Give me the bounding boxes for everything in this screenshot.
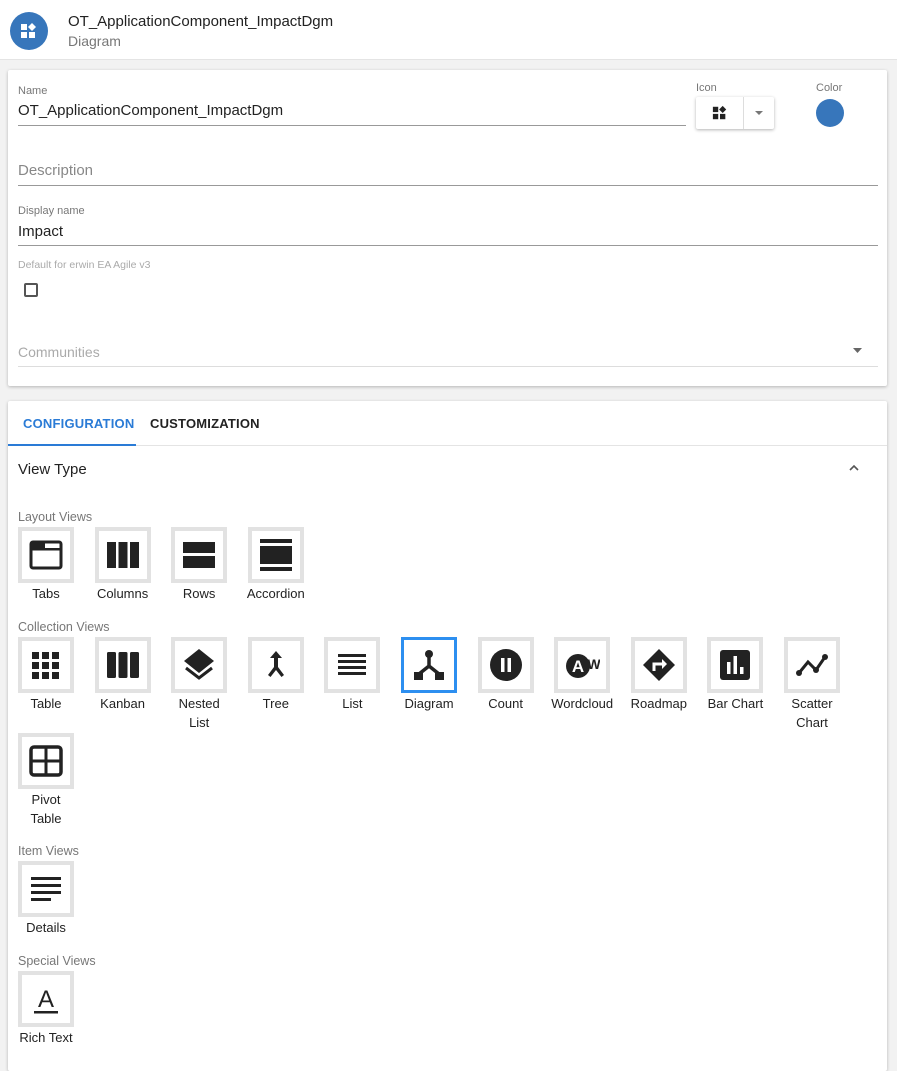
- page-header: OT_ApplicationComponent_ImpactDgm Diagra…: [0, 0, 897, 60]
- view-type-label: Accordion: [246, 586, 305, 601]
- display-name-field[interactable]: Impact: [18, 223, 63, 240]
- section-label: Layout Views: [18, 510, 93, 524]
- name-label: Name: [18, 85, 48, 97]
- svg-text:A: A: [572, 657, 584, 676]
- view-type-title: View Type: [18, 461, 87, 478]
- page-subtitle: Diagram: [68, 33, 121, 49]
- accordion-icon: [259, 539, 292, 571]
- color-picker[interactable]: [816, 99, 844, 127]
- chevron-down-icon[interactable]: [744, 97, 774, 129]
- chevron-down-icon[interactable]: [853, 348, 862, 353]
- view-type-roadmap[interactable]: [630, 637, 687, 693]
- barchart-icon: [720, 650, 751, 680]
- view-type-count[interactable]: [477, 637, 534, 693]
- view-type-label: Details: [26, 920, 66, 935]
- view-type-label: Tabs: [32, 586, 60, 601]
- icon-label: Icon: [696, 82, 717, 94]
- default-label: Default for erwin EA Agile v3: [18, 259, 151, 271]
- view-type-label: Pivot Table: [30, 792, 62, 826]
- view-type-bar-chart[interactable]: [707, 637, 764, 693]
- list-icon: [338, 654, 367, 675]
- description-underline: [18, 185, 878, 186]
- tab-configuration[interactable]: CONFIGURATION: [23, 416, 134, 431]
- active-tab-indicator: [8, 444, 136, 446]
- view-type-label: Kanban: [100, 696, 145, 711]
- communities-select[interactable]: Communities: [18, 344, 100, 360]
- name-underline: [18, 125, 686, 126]
- section-label: Collection Views: [18, 620, 110, 634]
- diagram-icon: [414, 650, 444, 680]
- view-type-diagram[interactable]: [401, 637, 457, 693]
- view-type-details[interactable]: [18, 861, 74, 917]
- widgets-icon: [712, 105, 726, 120]
- wordcloud-icon: AW: [566, 654, 601, 678]
- name-field[interactable]: OT_ApplicationComponent_ImpactDgm: [18, 102, 283, 119]
- svg-text:A: A: [38, 986, 54, 1013]
- pivot-icon: [29, 745, 63, 777]
- view-type-label: Diagram: [404, 696, 454, 711]
- view-type-pivot-table[interactable]: [18, 733, 74, 789]
- view-type-label: Tree: [262, 696, 289, 711]
- view-type-label: List: [342, 696, 363, 711]
- table-icon: [32, 652, 59, 679]
- view-type-columns[interactable]: [94, 527, 151, 583]
- count-icon: [489, 649, 522, 681]
- view-type-label: Columns: [96, 586, 149, 601]
- view-type-scatter-chart[interactable]: [784, 637, 840, 693]
- display-name-underline: [18, 245, 878, 246]
- page-title: OT_ApplicationComponent_ImpactDgm: [68, 13, 334, 30]
- icon-picker[interactable]: [696, 97, 774, 129]
- view-type-wordcloud[interactable]: AW: [554, 637, 611, 693]
- view-type-nested-list[interactable]: [171, 637, 228, 693]
- tab-customization[interactable]: CUSTOMIZATION: [150, 416, 260, 431]
- widgets-icon: [21, 23, 36, 38]
- layers-icon: [184, 649, 215, 680]
- svg-text:W: W: [588, 656, 601, 672]
- view-type-rows[interactable]: [171, 527, 228, 583]
- view-type-label: Roadmap: [630, 696, 687, 711]
- tab-bar: CONFIGURATION CUSTOMIZATION: [8, 401, 887, 446]
- display-name-label: Display name: [18, 205, 85, 217]
- details-icon: [31, 877, 61, 901]
- roadmap-icon: [642, 649, 675, 681]
- view-type-label: Scatter Chart: [791, 696, 833, 730]
- default-checkbox[interactable]: [24, 283, 38, 297]
- view-type-tabs[interactable]: [18, 527, 74, 583]
- color-label: Color: [816, 82, 843, 94]
- view-type-rich-text[interactable]: A: [18, 971, 74, 1027]
- view-type-label: Rich Text: [19, 1030, 73, 1045]
- properties-card: Name OT_ApplicationComponent_ImpactDgm I…: [8, 70, 887, 386]
- view-type-label: Table: [30, 696, 62, 711]
- view-type-kanban[interactable]: [94, 637, 151, 693]
- view-type-label: Wordcloud: [551, 696, 614, 711]
- view-type-table[interactable]: [18, 637, 74, 693]
- view-type-label: Rows: [182, 586, 216, 601]
- communities-underline: [18, 366, 878, 367]
- view-type-list[interactable]: [324, 637, 381, 693]
- view-type-accordion[interactable]: [247, 527, 304, 583]
- view-type-label: Count: [488, 696, 523, 711]
- view-type-label: Bar Chart: [707, 696, 764, 711]
- tree-icon: [267, 651, 284, 677]
- section-label: Special Views: [18, 954, 96, 968]
- avatar: [10, 12, 48, 50]
- chevron-up-icon[interactable]: [849, 464, 859, 471]
- view-config-card: CONFIGURATION CUSTOMIZATION View Type La…: [8, 401, 887, 1071]
- section-label: Item Views: [18, 844, 79, 858]
- columns-icon: [106, 542, 139, 568]
- kanban-icon: [106, 652, 139, 678]
- richtext-icon: A: [34, 986, 58, 1014]
- description-field[interactable]: Description: [18, 162, 93, 179]
- rows-icon: [183, 542, 216, 568]
- view-type-label: Nested List: [178, 696, 220, 730]
- scatter-icon: [796, 654, 828, 676]
- view-type-tree[interactable]: [247, 637, 304, 693]
- tabs-icon: [29, 540, 63, 570]
